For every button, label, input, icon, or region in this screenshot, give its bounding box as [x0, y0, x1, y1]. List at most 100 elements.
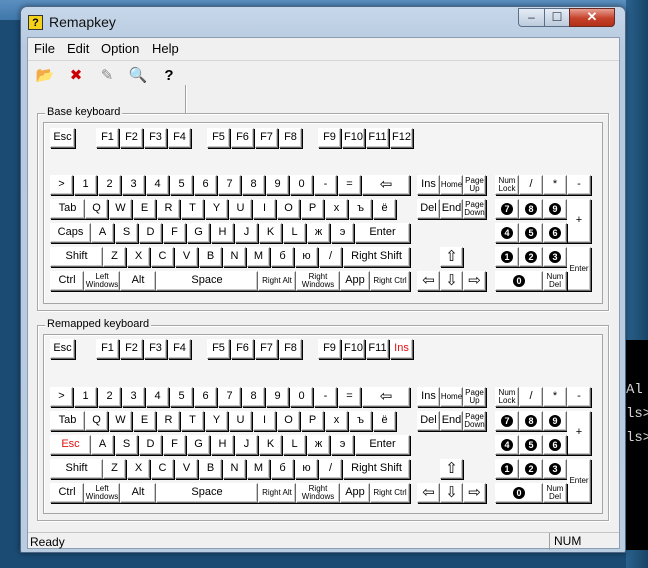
menu-edit[interactable]: Edit: [67, 41, 89, 56]
key-key[interactable]: ⇨: [463, 483, 486, 503]
key-esc[interactable]: Esc: [50, 339, 75, 359]
key-7[interactable]: 7: [495, 199, 519, 219]
key-key[interactable]: *: [543, 175, 567, 195]
key-f1[interactable]: F1: [96, 128, 119, 148]
key-8[interactable]: 8: [242, 175, 265, 195]
key-key[interactable]: х: [325, 199, 348, 219]
key-w[interactable]: W: [109, 411, 132, 431]
key-7[interactable]: 7: [495, 411, 519, 431]
key-8[interactable]: 8: [519, 199, 543, 219]
key-page-down[interactable]: Page Down: [463, 411, 486, 431]
key-8[interactable]: 8: [519, 411, 543, 431]
key-4[interactable]: 4: [495, 435, 519, 455]
key-key[interactable]: ⇩: [440, 483, 463, 503]
key-page-down[interactable]: Page Down: [463, 199, 486, 219]
key-f10[interactable]: F10: [342, 128, 365, 148]
key-o[interactable]: O: [277, 411, 300, 431]
menu-help[interactable]: Help: [152, 41, 179, 56]
key-a[interactable]: A: [91, 223, 114, 243]
key-g[interactable]: G: [187, 223, 210, 243]
key-key[interactable]: /: [319, 459, 342, 479]
key-f8[interactable]: F8: [279, 339, 302, 359]
key-9[interactable]: 9: [266, 175, 289, 195]
key-0[interactable]: 0: [290, 387, 313, 407]
key-1[interactable]: 1: [495, 247, 519, 267]
key-p[interactable]: P: [301, 199, 324, 219]
key-o[interactable]: O: [277, 199, 300, 219]
key-key[interactable]: э: [331, 435, 354, 455]
key-7[interactable]: 7: [218, 175, 241, 195]
key-1[interactable]: 1: [74, 387, 97, 407]
key-p[interactable]: P: [301, 411, 324, 431]
key-right-windows[interactable]: Right Windows: [296, 271, 340, 291]
key-page-up[interactable]: Page Up: [463, 387, 486, 407]
key-6[interactable]: 6: [194, 387, 217, 407]
minimize-button[interactable]: –: [518, 8, 545, 27]
key-3[interactable]: 3: [122, 387, 145, 407]
key-2[interactable]: 2: [98, 175, 121, 195]
key-num-lock[interactable]: Num Lock: [495, 387, 519, 407]
key-key[interactable]: >: [50, 175, 73, 195]
key-enter[interactable]: Enter: [567, 459, 591, 503]
key-f2[interactable]: F2: [120, 128, 143, 148]
key-key[interactable]: -: [567, 387, 591, 407]
key-2[interactable]: 2: [519, 247, 543, 267]
key-shift[interactable]: Shift: [50, 459, 103, 479]
key-alt[interactable]: Alt: [120, 483, 156, 503]
key-key[interactable]: ю: [295, 247, 318, 267]
key-m[interactable]: M: [247, 459, 270, 479]
key-f11[interactable]: F11: [366, 339, 389, 359]
key-y[interactable]: Y: [205, 199, 228, 219]
key-tab[interactable]: Tab: [50, 411, 85, 431]
key-right-shift[interactable]: Right Shift: [343, 247, 410, 267]
key-c[interactable]: C: [151, 247, 174, 267]
key-ins[interactable]: Ins: [417, 387, 440, 407]
key-h[interactable]: H: [211, 223, 234, 243]
key-f6[interactable]: F6: [231, 128, 254, 148]
key-3[interactable]: 3: [122, 175, 145, 195]
key-x[interactable]: X: [127, 247, 150, 267]
key-5[interactable]: 5: [519, 223, 543, 243]
key-d[interactable]: D: [139, 435, 162, 455]
key-key[interactable]: ё: [373, 411, 396, 431]
key-ins[interactable]: Ins: [417, 175, 440, 195]
key-num-del[interactable]: Num Del: [543, 483, 567, 503]
key-key[interactable]: х: [325, 411, 348, 431]
key-j[interactable]: J: [235, 435, 258, 455]
key-f3[interactable]: F3: [144, 339, 167, 359]
key-f3[interactable]: F3: [144, 128, 167, 148]
key-f7[interactable]: F7: [255, 128, 278, 148]
key-g[interactable]: G: [187, 435, 210, 455]
key-key[interactable]: ж: [307, 223, 330, 243]
key-key[interactable]: ⇦: [362, 387, 410, 407]
key-7[interactable]: 7: [218, 387, 241, 407]
key-i[interactable]: I: [253, 199, 276, 219]
key-3[interactable]: 3: [543, 459, 567, 479]
key-6[interactable]: 6: [194, 175, 217, 195]
key-r[interactable]: R: [157, 199, 180, 219]
key-6[interactable]: 6: [543, 223, 567, 243]
key-f11[interactable]: F11: [366, 128, 389, 148]
key-home[interactable]: Home: [440, 175, 463, 195]
key-key[interactable]: б: [271, 459, 294, 479]
key-right-alt[interactable]: Right Alt: [258, 483, 296, 503]
title-bar[interactable]: ? Remapkey – ☐ ✕: [21, 7, 625, 37]
key-num-del[interactable]: Num Del: [543, 271, 567, 291]
key-a[interactable]: A: [91, 435, 114, 455]
key-key[interactable]: ⇦: [417, 483, 440, 503]
key-app[interactable]: App: [340, 483, 370, 503]
key-4[interactable]: 4: [146, 175, 169, 195]
key-f2[interactable]: F2: [120, 339, 143, 359]
key-b[interactable]: B: [199, 459, 222, 479]
key-f4[interactable]: F4: [168, 339, 191, 359]
key-f5[interactable]: F5: [207, 128, 230, 148]
key-8[interactable]: 8: [242, 387, 265, 407]
key-key[interactable]: ъ: [349, 411, 372, 431]
key-j[interactable]: J: [235, 223, 258, 243]
key-q[interactable]: Q: [85, 411, 108, 431]
key-ctrl[interactable]: Ctrl: [50, 271, 84, 291]
key-del[interactable]: Del: [417, 411, 440, 431]
key-f[interactable]: F: [163, 435, 186, 455]
key-esc[interactable]: Esc: [50, 128, 75, 148]
key-del[interactable]: Del: [417, 199, 440, 219]
